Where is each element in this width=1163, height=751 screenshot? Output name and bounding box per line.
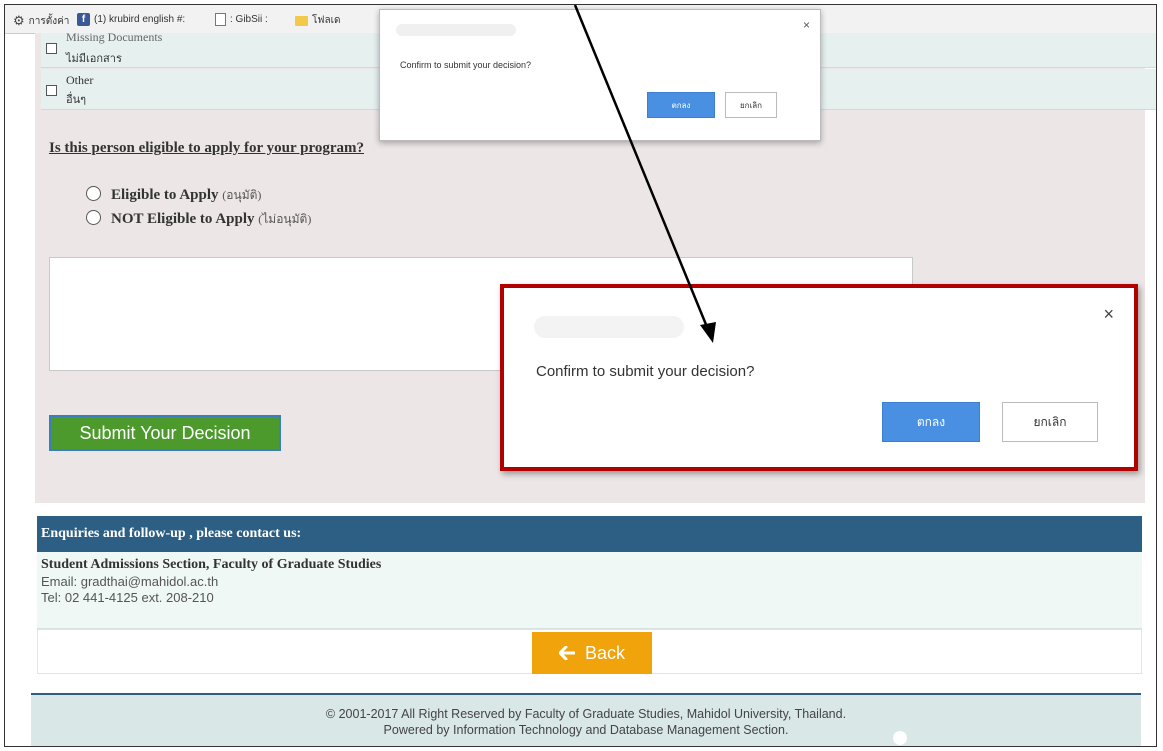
page-icon	[215, 13, 226, 26]
other-label: Other	[66, 73, 94, 87]
page-footer: © 2001-2017 All Right Reserved by Facult…	[31, 693, 1141, 746]
back-label: Back	[584, 642, 626, 663]
other-thai: อื่นๆ	[66, 94, 87, 106]
bookmark-label: โฟลเด	[312, 15, 341, 26]
facebook-icon: f	[77, 13, 90, 26]
footer-powered-by: Powered by Information Technology and Da…	[383, 723, 789, 737]
bookmark-label: การตั้งค่า	[28, 15, 70, 27]
enquiries-header: Enquiries and follow-up , please contact…	[37, 516, 1142, 552]
eligible-option[interactable]: Eligible to Apply (อนุมัติ)	[111, 186, 261, 205]
contact-org: Student Admissions Section, Faculty of G…	[41, 557, 382, 572]
back-row: Back	[37, 629, 1142, 674]
cursor-dot	[893, 731, 907, 745]
screenshot-frame: ⚙ การตั้งค่า f (1) krubird english #: : …	[4, 4, 1157, 747]
confirm-dialog-enlarged: × Confirm to submit your decision? ตกลง …	[500, 284, 1138, 471]
not-eligible-label: NOT Eligible to Apply	[111, 211, 255, 227]
close-icon[interactable]: ×	[1103, 304, 1114, 325]
not-eligible-thai: (ไม่อนุมัติ)	[258, 212, 312, 226]
eligible-thai: (อนุมัติ)	[222, 188, 262, 202]
missing-documents-checkbox[interactable]	[46, 43, 57, 54]
ok-button[interactable]: ตกลง	[647, 92, 715, 118]
confirm-dialog-small: × Confirm to submit your decision? ตกลง …	[379, 9, 821, 141]
not-eligible-radio[interactable]	[86, 210, 101, 225]
back-button[interactable]: Back	[532, 632, 652, 674]
arrow-left-icon	[558, 646, 575, 660]
ok-button[interactable]: ตกลง	[882, 402, 980, 442]
footer-copyright: © 2001-2017 All Right Reserved by Facult…	[325, 707, 847, 721]
folder-icon	[295, 15, 308, 26]
dialog-message: Confirm to submit your decision?	[536, 363, 755, 380]
eligible-label: Eligible to Apply	[111, 187, 219, 203]
bookmark-facebook[interactable]: f (1) krubird english #:	[77, 13, 185, 26]
contact-info: Student Admissions Section, Faculty of G…	[37, 552, 1142, 629]
close-icon[interactable]: ×	[803, 18, 810, 32]
cancel-button[interactable]: ยกเลิก	[725, 92, 777, 118]
dialog-title-blurred	[396, 24, 516, 36]
eligibility-question: Is this person eligible to apply for you…	[49, 140, 365, 156]
contact-tel: Tel: 02 441-4125 ext. 208-210	[41, 590, 214, 605]
other-checkbox[interactable]	[46, 85, 57, 96]
dialog-title-blurred	[534, 316, 684, 338]
bookmark-folder[interactable]: โฟลเด	[295, 13, 341, 28]
missing-documents-label: Missing Documents	[66, 30, 163, 44]
eligible-radio[interactable]	[86, 186, 101, 201]
not-eligible-option[interactable]: NOT Eligible to Apply (ไม่อนุมัติ)	[111, 210, 311, 229]
missing-documents-thai: ไม่มีเอกสาร	[66, 53, 122, 65]
contact-email[interactable]: Email: gradthai@mahidol.ac.th	[41, 574, 218, 589]
bookmark-label: (1) krubird english #:	[94, 14, 186, 25]
bookmark-gibsii[interactable]: : GibSii :	[215, 13, 268, 26]
submit-decision-button[interactable]: Submit Your Decision	[49, 415, 281, 451]
dialog-message: Confirm to submit your decision?	[400, 60, 532, 70]
cancel-button[interactable]: ยกเลิก	[1002, 402, 1098, 442]
bookmark-label: : GibSii :	[230, 14, 268, 25]
bookmark-settings[interactable]: ⚙ การตั้งค่า	[13, 13, 69, 29]
gear-icon: ⚙	[13, 13, 25, 28]
